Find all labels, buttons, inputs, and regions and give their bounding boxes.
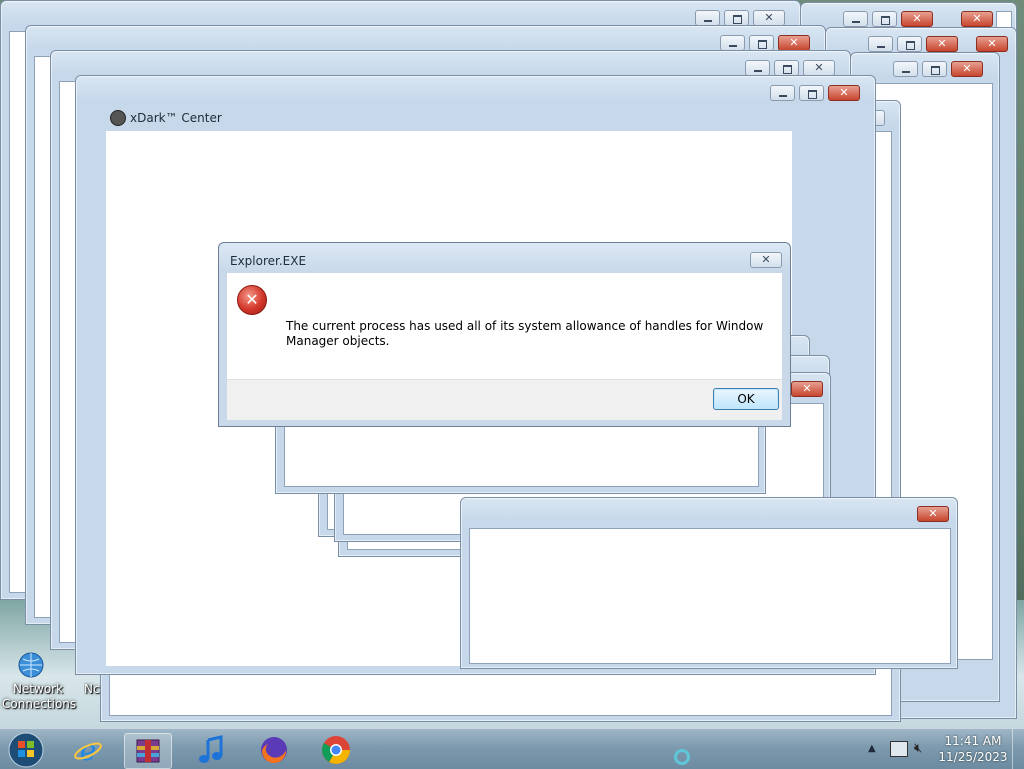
minimize-button[interactable]: [745, 60, 770, 76]
minimize-button[interactable]: [868, 36, 893, 52]
close-button[interactable]: [951, 61, 983, 77]
clock-time: 11:41 AM: [944, 734, 1002, 748]
desktop-icon-label: Network Connections: [2, 682, 77, 711]
desktop-icon-partial[interactable]: Nc: [84, 682, 104, 702]
show-desktop-button[interactable]: [1012, 729, 1024, 769]
maximize-button[interactable]: [724, 10, 749, 26]
taskbar-firefox[interactable]: [252, 733, 296, 767]
dialog-body: ✕ The current process has used all of it…: [227, 273, 782, 379]
minimize-button[interactable]: [695, 10, 720, 26]
network-tray-icon[interactable]: [890, 741, 908, 757]
tray-expand-arrow-icon[interactable]: ▲: [868, 743, 876, 754]
archive-icon: [136, 739, 160, 763]
taskbar-winrar[interactable]: [124, 733, 172, 769]
busy-cursor-icon: [674, 749, 690, 765]
network-globe-icon: [18, 652, 44, 678]
maximize-button[interactable]: [774, 60, 799, 76]
taskbar-itunes[interactable]: [190, 733, 234, 767]
music-note-icon: [199, 735, 223, 763]
taskbar-chrome[interactable]: [314, 733, 358, 767]
desktop-icon-label: Nc: [84, 682, 100, 696]
error-dialog[interactable]: Explorer.EXE ✕ The current process has u…: [218, 242, 791, 427]
volume-muted-icon[interactable]: 🔇︎: [914, 741, 922, 756]
close-button[interactable]: [828, 85, 860, 101]
maximize-button[interactable]: [749, 35, 774, 51]
close-button[interactable]: [901, 11, 933, 27]
app-icon: [110, 110, 126, 126]
close-button[interactable]: [791, 381, 823, 397]
close-button[interactable]: [803, 60, 835, 76]
window-title: xDark™ Center: [130, 111, 222, 125]
taskbar-ie[interactable]: e: [66, 733, 110, 767]
ok-button[interactable]: OK: [713, 388, 779, 410]
minimize-button[interactable]: [770, 85, 795, 101]
chrome-icon: [322, 736, 350, 764]
error-message: The current process has used all of its …: [286, 319, 764, 348]
firefox-icon: [261, 737, 287, 764]
stacked-window[interactable]: [460, 497, 958, 669]
dialog-close-button[interactable]: [750, 252, 782, 268]
desktop-icon-network-connections[interactable]: Network Connections: [2, 648, 77, 718]
maximize-button[interactable]: [872, 11, 897, 27]
windows-orb-icon: [8, 732, 44, 768]
taskbar: e ▲ 🔇︎ 11:41 AM 11/25/2023: [0, 728, 1024, 769]
error-icon: ✕: [237, 285, 267, 315]
clock-date: 11/25/2023: [938, 750, 1008, 764]
ie-icon: e: [74, 734, 102, 766]
start-button[interactable]: [4, 732, 48, 768]
close-button[interactable]: [778, 35, 810, 51]
close-button[interactable]: [926, 36, 958, 52]
close-button[interactable]: [961, 11, 993, 27]
close-button[interactable]: [753, 10, 785, 26]
maximize-button[interactable]: [922, 61, 947, 77]
close-button[interactable]: [917, 506, 949, 522]
minimize-button[interactable]: [720, 35, 745, 51]
minimize-button[interactable]: [893, 61, 918, 77]
maximize-button[interactable]: [799, 85, 824, 101]
svg-text:e: e: [80, 734, 97, 766]
minimize-button[interactable]: [843, 11, 868, 27]
dialog-title: Explorer.EXE: [230, 254, 307, 268]
dialog-footer: OK: [227, 379, 782, 420]
close-button[interactable]: [976, 36, 1008, 52]
maximize-button[interactable]: [897, 36, 922, 52]
clock[interactable]: 11:41 AM 11/25/2023: [938, 733, 1008, 765]
